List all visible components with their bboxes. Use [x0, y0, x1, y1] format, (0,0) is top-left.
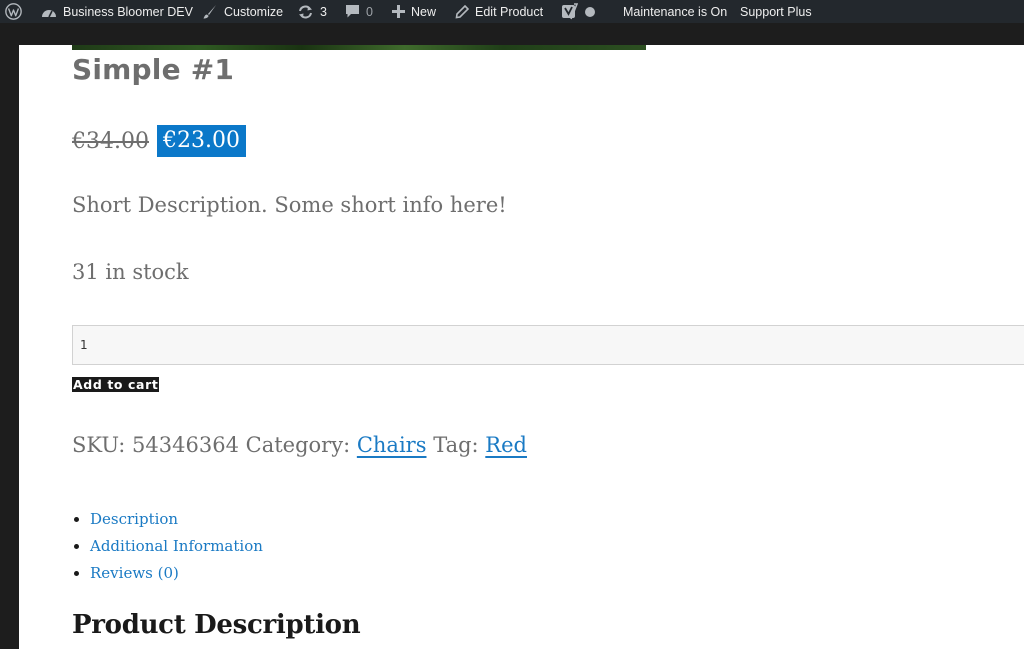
tab-description: Description — [90, 509, 263, 536]
tab-additional-information: Additional Information — [90, 536, 263, 563]
seo-menu[interactable] — [561, 0, 602, 23]
sku-value: 54346364 — [132, 433, 239, 457]
site-name-menu[interactable]: Business Bloomer DEV — [41, 0, 193, 23]
stock-status: 31 in stock — [72, 260, 189, 284]
admin-bar: Business Bloomer DEV Customize 3 0 New E… — [0, 0, 1024, 23]
comments-menu[interactable]: 0 — [345, 0, 373, 23]
add-to-cart-button[interactable]: Add to cart — [72, 377, 160, 392]
category-link[interactable]: Chairs — [357, 433, 427, 457]
status-dot-icon — [584, 6, 596, 18]
product-title: Simple #1 — [72, 53, 235, 86]
comment-icon — [345, 4, 360, 19]
maintenance-label: Maintenance is On — [623, 4, 728, 19]
customize-label: Customize — [224, 4, 284, 19]
sale-price: €23.00 — [156, 125, 246, 157]
updates-count: 3 — [320, 4, 327, 19]
yoast-icon — [561, 3, 578, 20]
site-name-label: Business Bloomer DEV — [63, 4, 193, 19]
product-page: Simple #1 €34.00 €23.00 Short Descriptio… — [19, 45, 1024, 649]
new-label: New — [411, 4, 437, 19]
plus-icon — [392, 5, 405, 18]
tab-description-link[interactable]: Description — [90, 510, 178, 528]
dashboard-icon — [41, 5, 57, 19]
support-menu[interactable]: Support Plus — [740, 0, 812, 23]
tab-additional-information-link[interactable]: Additional Information — [90, 537, 263, 555]
tag-link[interactable]: Red — [485, 433, 527, 457]
comments-count: 0 — [366, 4, 373, 19]
updates-icon — [297, 4, 314, 20]
wordpress-logo-icon — [5, 3, 22, 20]
product-tabs: Description Additional Information Revie… — [72, 509, 263, 590]
regular-price: €34.00 — [72, 128, 149, 154]
edit-product-label: Edit Product — [475, 4, 544, 19]
support-label: Support Plus — [740, 4, 812, 19]
product-meta: SKU: 54346364 Category: Chairs Tag: Red — [72, 433, 527, 457]
product-description-heading: Product Description — [72, 610, 361, 640]
short-description: Short Description. Some short info here! — [72, 193, 507, 217]
pencil-icon — [455, 4, 469, 19]
brush-icon — [202, 4, 218, 20]
sku-label: SKU: — [72, 433, 126, 457]
product-price: €34.00 €23.00 — [72, 125, 246, 157]
new-content-menu[interactable]: New — [392, 0, 436, 23]
wordpress-menu[interactable] — [5, 0, 28, 23]
tab-reviews-link[interactable]: Reviews (0) — [90, 564, 179, 582]
maintenance-menu[interactable]: Maintenance is On — [623, 0, 727, 23]
customize-menu[interactable]: Customize — [202, 0, 283, 23]
updates-menu[interactable]: 3 — [297, 0, 327, 23]
tag-label: Tag: — [433, 433, 479, 457]
product-image[interactable] — [72, 45, 646, 50]
edit-product-menu[interactable]: Edit Product — [455, 0, 543, 23]
tab-reviews: Reviews (0) — [90, 563, 263, 590]
category-label: Category: — [245, 433, 351, 457]
quantity-input[interactable] — [72, 325, 1024, 365]
